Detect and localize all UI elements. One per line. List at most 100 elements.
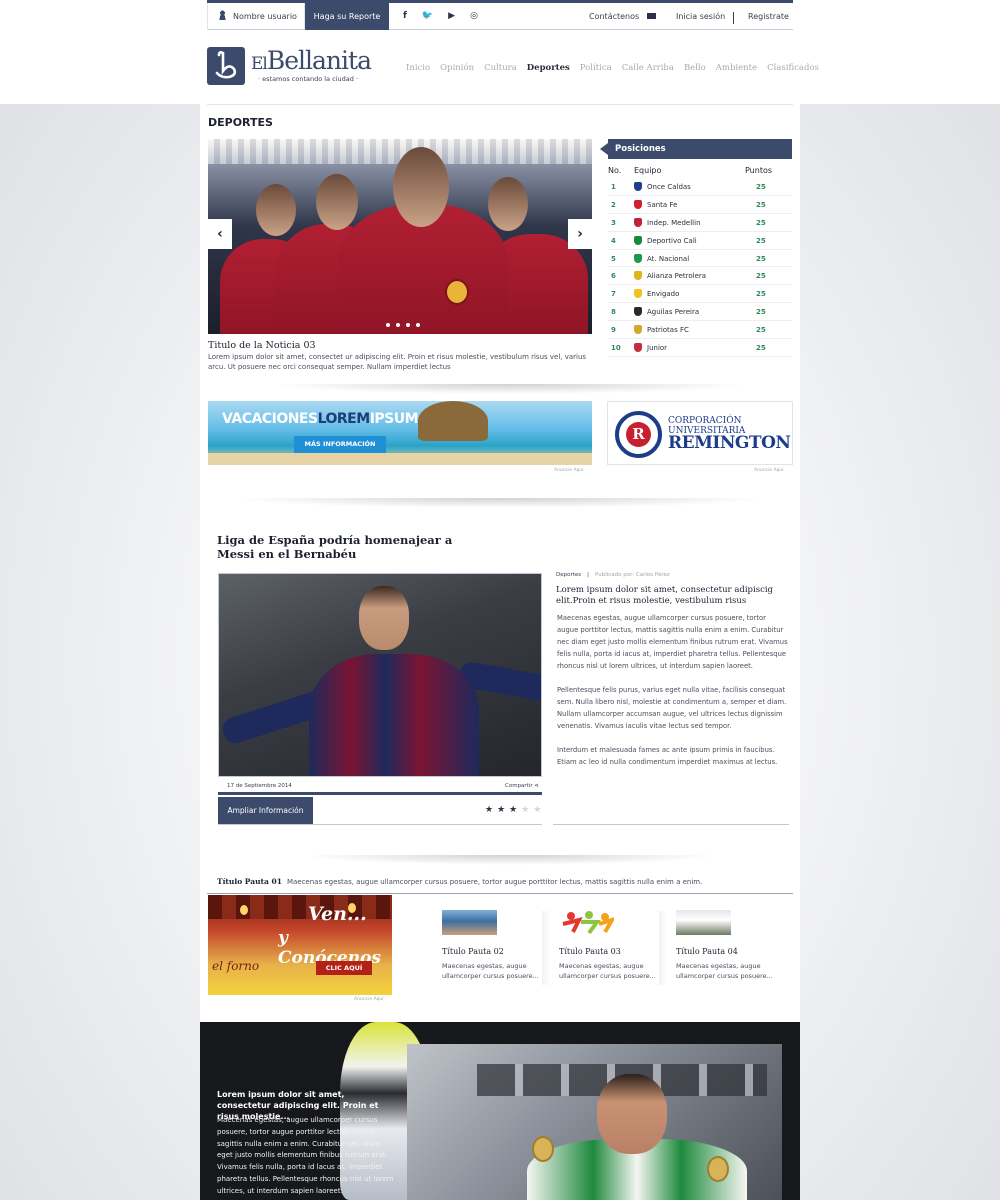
standings-row[interactable]: 9 Patriotas FC 25 bbox=[608, 321, 792, 340]
remington-ad-banner[interactable]: R CORPORACIÓN UNIVERSITARIA REMINGTON bbox=[607, 401, 793, 465]
user-name: Nombre usuario bbox=[233, 12, 297, 21]
standings-position: 3 bbox=[611, 218, 616, 227]
standings-tab-notch bbox=[600, 143, 608, 155]
slider-dots bbox=[386, 323, 420, 327]
star-icon[interactable]: ★ bbox=[509, 805, 517, 815]
standings-row[interactable]: 3 Indep. Medellin 25 bbox=[608, 214, 792, 232]
bottom-feature[interactable]: Lorem ipsum dolor sit amet, consectetur … bbox=[200, 1022, 800, 1200]
ad-note[interactable]: Anuncie Aquí bbox=[554, 468, 584, 473]
standings-points: 25 bbox=[756, 272, 766, 281]
standings-points: 25 bbox=[756, 308, 766, 317]
standings-row[interactable]: 2 Santa Fe 25 bbox=[608, 196, 792, 214]
vacation-ad-button[interactable]: MÁS INFORMACIÓN bbox=[294, 436, 386, 453]
section-title: DEPORTES bbox=[208, 116, 273, 129]
slider-dot[interactable] bbox=[416, 323, 420, 327]
contact-link[interactable]: Contáctenos bbox=[589, 3, 656, 30]
team-crest-icon bbox=[634, 217, 642, 227]
pauta-main[interactable]: Título Pauta 01 Maecenas egestas, augue u… bbox=[217, 877, 793, 886]
slider-dot[interactable] bbox=[396, 323, 400, 327]
youtube-icon[interactable]: ▶ bbox=[448, 3, 455, 30]
nav-item-opinion[interactable]: Opinión bbox=[440, 63, 474, 73]
team-crest-icon bbox=[634, 325, 642, 335]
slider-news-title[interactable]: Titulo de la Noticia 03 bbox=[208, 340, 316, 351]
rating-stars[interactable]: ★ ★ ★ ★ ★ bbox=[485, 805, 541, 815]
restaurant-ad-button[interactable]: CLIC AQUÍ bbox=[316, 961, 372, 975]
standings-points: 25 bbox=[756, 236, 766, 245]
article-actions: Ampliar Información ★ ★ ★ ★ ★ bbox=[218, 797, 542, 825]
club-crest bbox=[445, 279, 469, 305]
star-icon[interactable]: ★ bbox=[521, 805, 529, 815]
standings-position: 8 bbox=[611, 308, 616, 317]
pauta-text: Maecenas egestas, augue ullamcorper curs… bbox=[676, 962, 773, 980]
article-paragraph: Interdum et malesuada fames ac ante ipsu… bbox=[557, 746, 778, 766]
news-slider[interactable]: ‹ › bbox=[208, 139, 592, 334]
pauta-thumbnail bbox=[442, 910, 497, 935]
team-crest-icon bbox=[634, 343, 642, 353]
slider-dot[interactable] bbox=[386, 323, 390, 327]
section-shadow bbox=[270, 384, 750, 394]
standings-points: 25 bbox=[756, 218, 766, 227]
feature-photo[interactable] bbox=[407, 1044, 782, 1200]
facebook-icon[interactable]: f bbox=[403, 3, 407, 30]
pauta-card[interactable]: Título Pauta 02 Maecenas egestas, augue … bbox=[440, 905, 550, 993]
team-crest-icon bbox=[634, 235, 642, 245]
player-head bbox=[316, 174, 358, 230]
pauta-card[interactable]: Título Pauta 04 Maecenas egestas, augue … bbox=[674, 905, 778, 993]
standings-row[interactable]: 8 Aguilas Pereira 25 bbox=[608, 303, 792, 322]
nav-item-clasificados[interactable]: Clasificados bbox=[767, 63, 819, 73]
standings-row[interactable]: 7 Envigado 25 bbox=[608, 285, 792, 304]
nav-item-deportes[interactable]: Deportes bbox=[527, 63, 570, 73]
standings-team: Indep. Medellin bbox=[647, 218, 701, 227]
register-link[interactable]: Registrate bbox=[748, 3, 789, 30]
article-category[interactable]: Deportes bbox=[556, 572, 581, 578]
nav-item-ambiente[interactable]: Ambiente bbox=[716, 63, 757, 73]
standings-row[interactable]: 1 Once Caldas 25 bbox=[608, 178, 792, 196]
col-team: Equipo bbox=[634, 166, 662, 175]
login-link[interactable]: Inicia sesión bbox=[676, 3, 725, 30]
fitness-figures-icon bbox=[562, 911, 617, 935]
pauta-card[interactable]: Título Pauta 03 Maecenas egestas, augue … bbox=[557, 905, 667, 993]
instagram-icon[interactable]: ◎ bbox=[470, 3, 478, 30]
nav-item-bello[interactable]: Bello bbox=[684, 63, 706, 73]
restaurant-ad-banner[interactable]: Ven... y Conócenos CLIC AQUÍ el forno bbox=[208, 895, 392, 995]
standings-row[interactable]: 4 Deportivo Cali 25 bbox=[608, 232, 792, 250]
user-menu[interactable]: Nombre usuario bbox=[207, 3, 305, 30]
slider-prev-icon[interactable]: ‹ bbox=[208, 219, 232, 249]
standings-team: Junior bbox=[647, 344, 668, 353]
pauta-text: Maecenas egestas, augue ullamcorper curs… bbox=[559, 962, 656, 980]
report-button[interactable]: Haga su Reporte bbox=[305, 3, 389, 30]
ad-note[interactable]: Anuncie Aquí bbox=[754, 468, 784, 473]
star-icon[interactable]: ★ bbox=[533, 805, 541, 815]
athlete-head bbox=[597, 1074, 667, 1154]
nav-item-politica[interactable]: Política bbox=[580, 63, 612, 73]
share-button[interactable]: Compartir ⋖ bbox=[505, 783, 539, 789]
slider-next-icon[interactable]: › bbox=[568, 219, 592, 249]
team-crest-icon bbox=[634, 289, 642, 299]
social-links: f 🐦 ▶ ◎ bbox=[403, 3, 478, 30]
vacation-ad-banner[interactable]: VACACIONESLOREMIPSUM MÁS INFORMACIÓN bbox=[208, 401, 592, 465]
twitter-icon[interactable]: 🐦 bbox=[422, 3, 433, 30]
slider-dot[interactable] bbox=[406, 323, 410, 327]
ad-note[interactable]: Anuncie Aquí bbox=[354, 997, 384, 1002]
standings-row[interactable]: 5 At. Nacional 25 bbox=[608, 250, 792, 268]
more-info-button[interactable]: Ampliar Información bbox=[218, 797, 313, 824]
standings-position: 5 bbox=[611, 254, 616, 263]
share-icon: ⋖ bbox=[534, 783, 539, 789]
standings-points: 25 bbox=[756, 254, 766, 263]
nav-item-calle-arriba[interactable]: Calle Arriba bbox=[622, 63, 674, 73]
standings-row[interactable]: 10 Junior 25 bbox=[608, 339, 792, 357]
article-title[interactable]: Liga de España podría homenajear a Messi… bbox=[217, 533, 477, 561]
article-photo[interactable] bbox=[218, 573, 542, 777]
star-icon[interactable]: ★ bbox=[497, 805, 505, 815]
standings-title: Posiciones bbox=[608, 139, 792, 159]
player-head bbox=[256, 184, 296, 236]
site-logo[interactable]: ElBellanita · estamos contando la ciudad… bbox=[207, 46, 377, 89]
star-icon[interactable]: ★ bbox=[485, 805, 493, 815]
nav-item-cultura[interactable]: Cultura bbox=[484, 63, 517, 73]
standings-row[interactable]: 6 Alianza Petrolera 25 bbox=[608, 267, 792, 286]
nav-item-inicio[interactable]: Inicio bbox=[406, 63, 430, 73]
article-lead: Lorem ipsum dolor sit amet, consectetur … bbox=[556, 585, 773, 606]
lamp bbox=[240, 905, 248, 915]
standings-position: 6 bbox=[611, 272, 616, 281]
standings-team: Aguilas Pereira bbox=[647, 308, 700, 317]
